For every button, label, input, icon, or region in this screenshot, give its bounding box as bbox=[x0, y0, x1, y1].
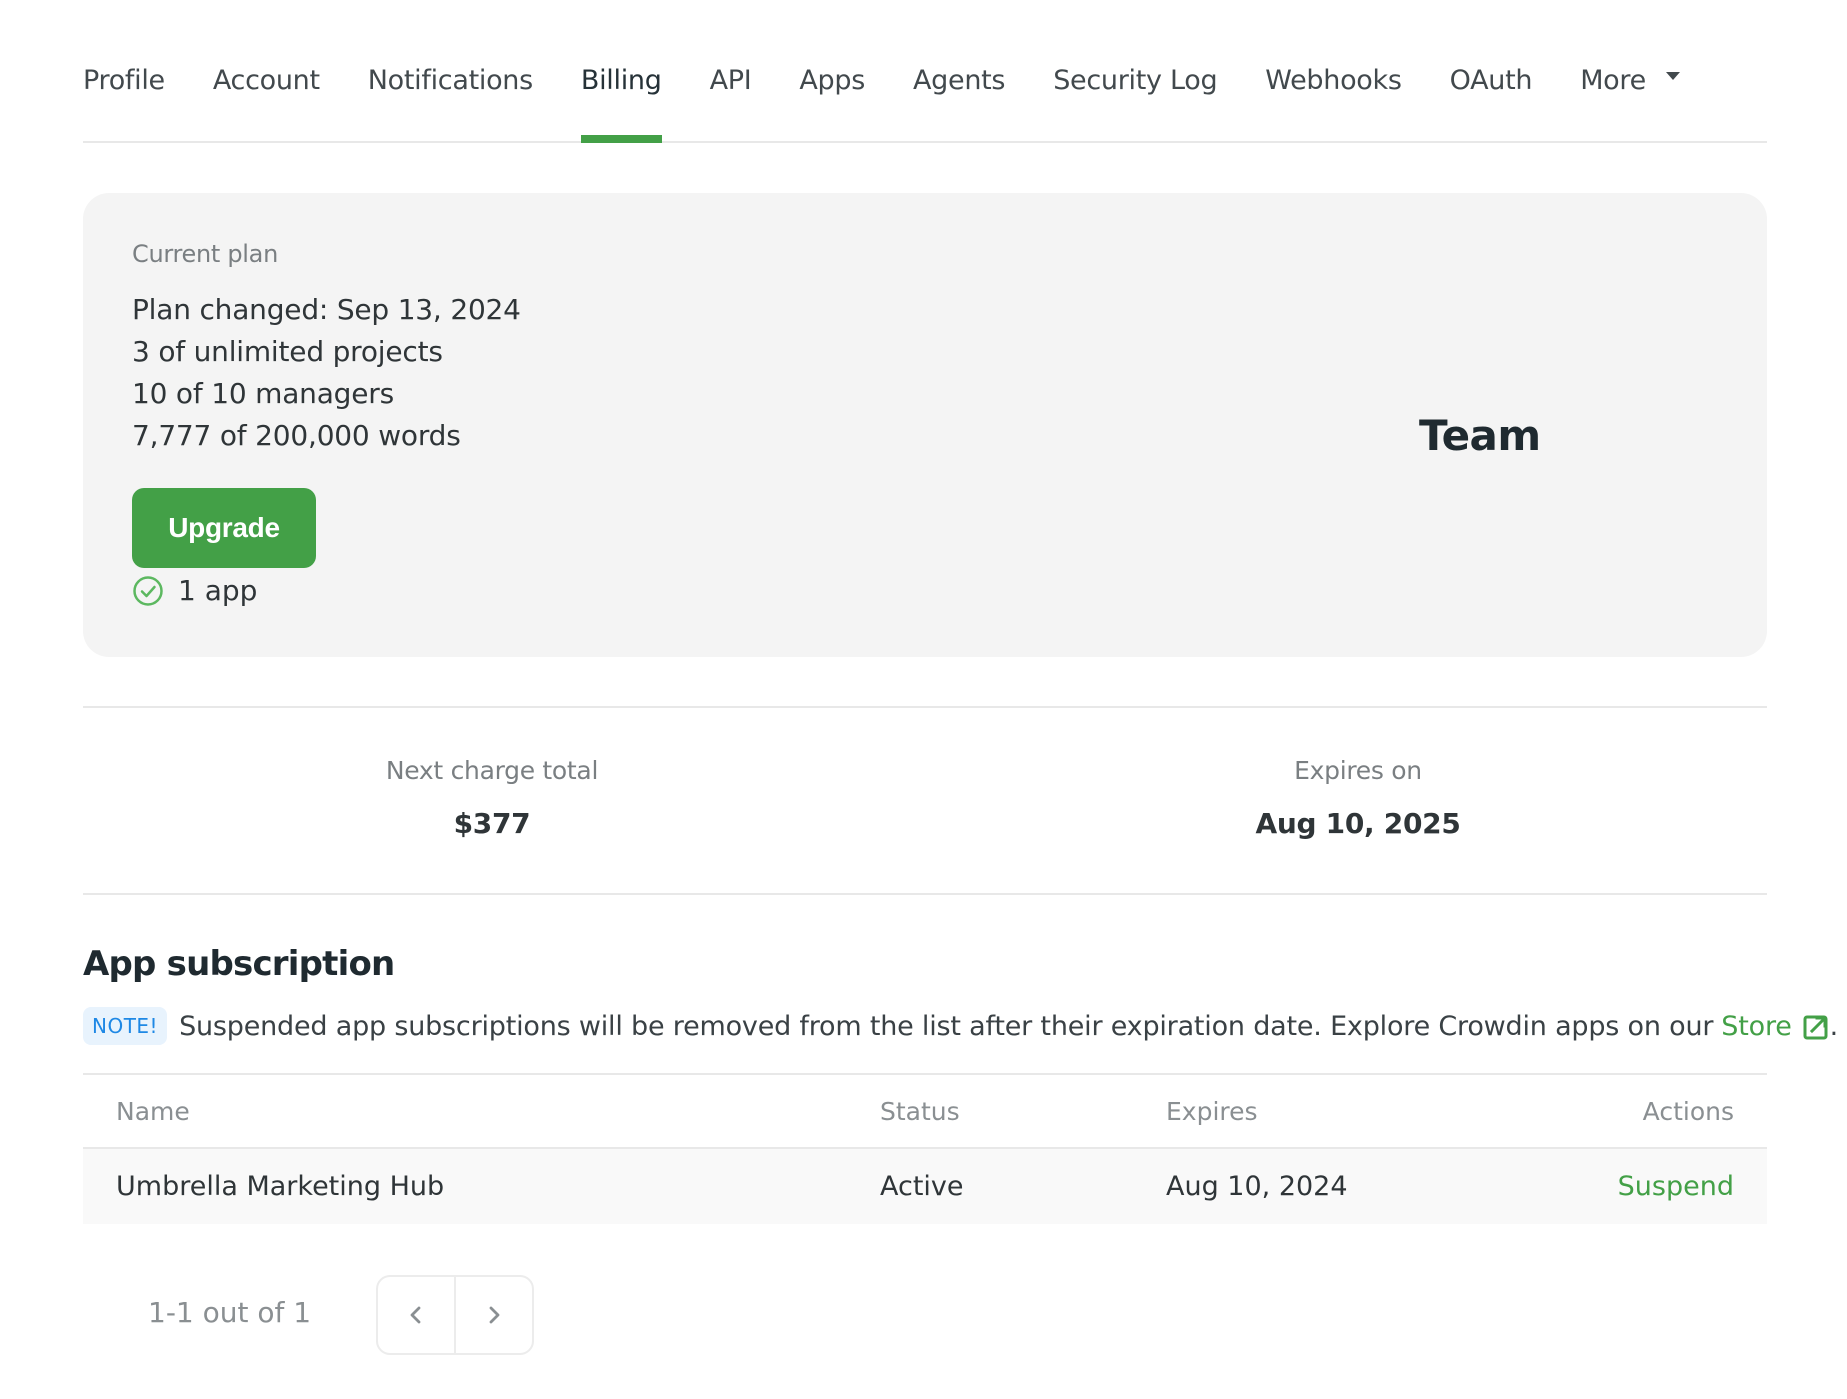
note-badge: NOTE! bbox=[83, 1007, 168, 1045]
projects-usage: 3 of unlimited projects bbox=[132, 335, 443, 368]
tab-agents[interactable]: Agents bbox=[913, 56, 1005, 141]
upgrade-button[interactable]: Upgrade bbox=[132, 488, 316, 568]
column-actions: Actions bbox=[1642, 1096, 1734, 1126]
plan-name: Team bbox=[1419, 411, 1541, 460]
note-row: NOTE! Suspended app subscriptions will b… bbox=[83, 1007, 1838, 1045]
tab-oauth[interactable]: OAuth bbox=[1450, 56, 1533, 141]
plan-changed-date: Plan changed: Sep 13, 2024 bbox=[132, 293, 521, 326]
pagination-summary: 1-1 out of 1 bbox=[148, 1296, 312, 1329]
next-charge-stat: Next charge total $377 bbox=[192, 756, 792, 840]
app-count: 1 app bbox=[132, 574, 257, 607]
expires-on-stat: Expires on Aug 10, 2025 bbox=[1058, 756, 1658, 840]
managers-usage: 10 of 10 managers bbox=[132, 377, 394, 410]
chevron-right-icon bbox=[489, 1306, 500, 1324]
table-header: Name Status Expires Actions bbox=[83, 1075, 1767, 1149]
pagination-controls bbox=[376, 1275, 534, 1355]
divider bbox=[83, 706, 1767, 708]
app-name: Umbrella Marketing Hub bbox=[116, 1171, 445, 1202]
tab-more-dropdown[interactable]: More bbox=[1580, 56, 1680, 141]
tab-more-label: More bbox=[1580, 65, 1646, 96]
tab-billing[interactable]: Billing bbox=[580, 56, 662, 143]
store-link-label: Store bbox=[1721, 1010, 1792, 1042]
app-count-text: 1 app bbox=[178, 574, 258, 607]
tab-apps[interactable]: Apps bbox=[799, 56, 865, 141]
settings-tabs: Profile Account Notifications Billing AP… bbox=[83, 56, 1767, 143]
chevron-left-icon bbox=[410, 1306, 421, 1324]
app-expires: Aug 10, 2024 bbox=[1166, 1171, 1348, 1202]
note-text: Suspended app subscriptions will be remo… bbox=[179, 1010, 1714, 1042]
app-subscription-title: App subscription bbox=[83, 944, 395, 984]
current-plan-label: Current plan bbox=[132, 240, 278, 268]
external-link-icon bbox=[1803, 1015, 1828, 1040]
column-name[interactable]: Name bbox=[116, 1097, 190, 1126]
caret-down-icon bbox=[1665, 71, 1680, 80]
words-usage: 7,777 of 200,000 words bbox=[132, 419, 461, 452]
column-status[interactable]: Status bbox=[880, 1097, 960, 1126]
tab-notifications[interactable]: Notifications bbox=[368, 56, 533, 141]
store-link[interactable]: Store bbox=[1721, 1011, 1829, 1042]
suspend-link[interactable]: Suspend bbox=[1618, 1171, 1734, 1202]
tab-webhooks[interactable]: Webhooks bbox=[1265, 56, 1402, 141]
previous-page-button[interactable] bbox=[378, 1277, 456, 1353]
next-charge-value: $377 bbox=[453, 807, 531, 840]
next-page-button[interactable] bbox=[456, 1277, 532, 1353]
app-subscription-table: Name Status Expires Actions Umbrella Mar… bbox=[83, 1073, 1767, 1224]
divider bbox=[83, 893, 1767, 895]
tab-security-log[interactable]: Security Log bbox=[1053, 56, 1217, 141]
tab-account[interactable]: Account bbox=[213, 56, 320, 141]
plan-details: Plan changed: Sep 13, 2024 3 of unlimite… bbox=[132, 289, 521, 457]
expires-on-value: Aug 10, 2025 bbox=[1255, 807, 1461, 840]
current-plan-card: Current plan Plan changed: Sep 13, 2024 … bbox=[83, 193, 1767, 657]
note-period: . bbox=[1829, 1010, 1839, 1042]
check-circle-icon bbox=[133, 575, 163, 606]
tab-profile[interactable]: Profile bbox=[83, 56, 165, 141]
app-status: Active bbox=[880, 1171, 964, 1202]
table-row: Umbrella Marketing Hub Active Aug 10, 20… bbox=[83, 1149, 1767, 1224]
expires-on-label: Expires on bbox=[1294, 756, 1422, 785]
next-charge-label: Next charge total bbox=[385, 756, 599, 785]
tab-api[interactable]: API bbox=[710, 56, 752, 141]
column-expires[interactable]: Expires bbox=[1166, 1097, 1258, 1126]
